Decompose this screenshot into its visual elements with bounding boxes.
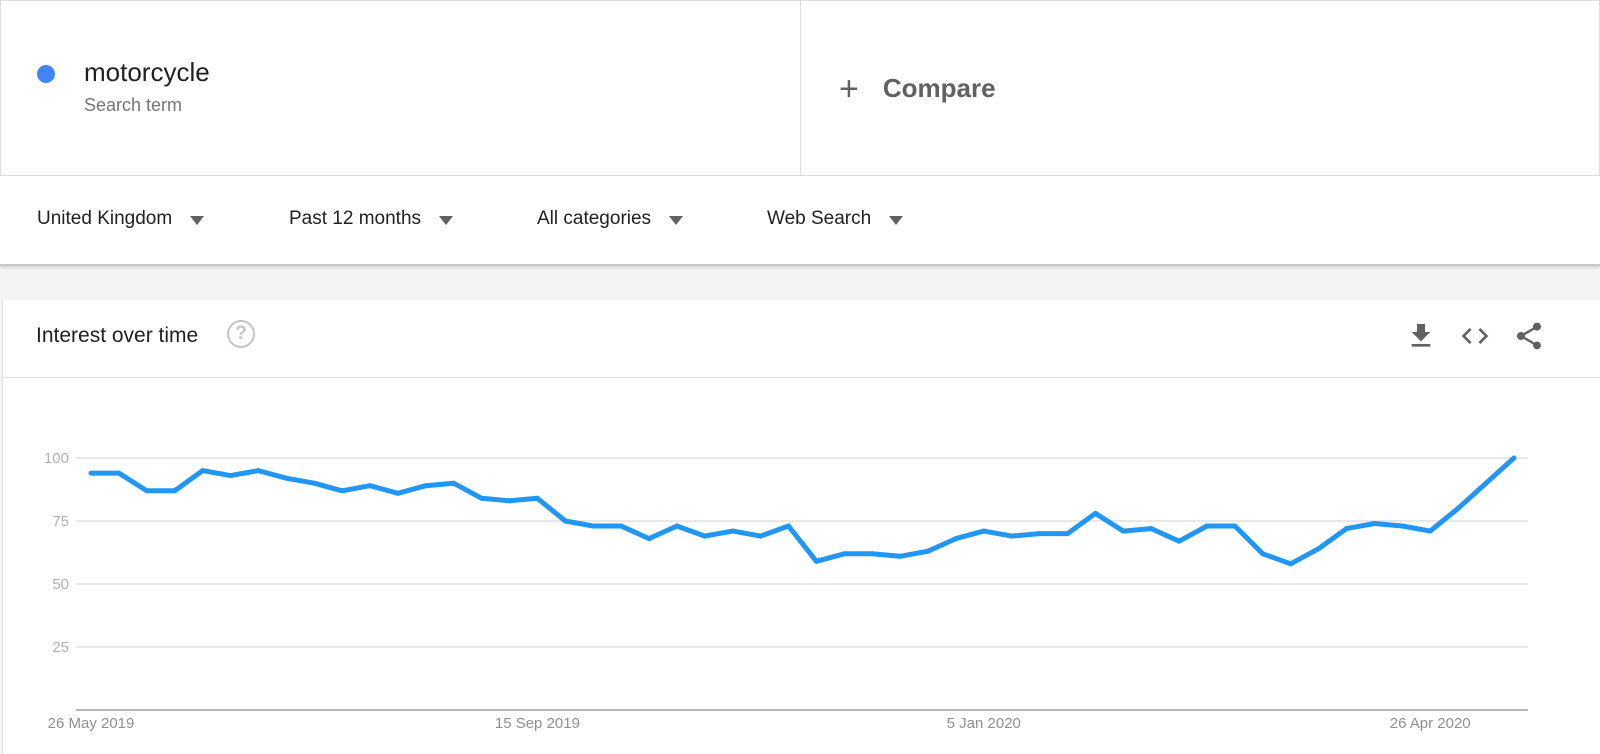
grid-layer: [76, 457, 1528, 711]
search-term-name[interactable]: motorcycle: [84, 57, 210, 88]
data-point[interactable]: [423, 483, 429, 489]
time-range-dropdown-label: Past 12 months: [289, 208, 422, 229]
x-tick-label: 26 Apr 2020: [1390, 715, 1471, 732]
data-point[interactable]: [255, 468, 261, 474]
data-point[interactable]: [1092, 510, 1098, 516]
series-color-dot: [37, 65, 55, 83]
search-term-box[interactable]: motorcycle Search term: [0, 0, 800, 176]
data-point[interactable]: [981, 528, 987, 534]
time-range-dropdown[interactable]: Past 12 months: [289, 208, 454, 230]
data-point[interactable]: [1260, 551, 1266, 557]
data-point[interactable]: [88, 470, 94, 476]
region-dropdown-label: United Kingdom: [37, 208, 173, 229]
data-point[interactable]: [1427, 528, 1433, 534]
series-layer: [88, 455, 1517, 567]
caret-down-icon: [439, 215, 454, 225]
x-tick-label: 26 May 2019: [48, 715, 135, 732]
data-point[interactable]: [646, 536, 652, 542]
data-point[interactable]: [507, 498, 512, 504]
y-tick-label: 100: [44, 450, 69, 467]
data-point[interactable]: [479, 495, 485, 501]
filter-bar: United Kingdom Past 12 months All catego…: [0, 176, 1600, 266]
data-point[interactable]: [702, 533, 708, 539]
data-point[interactable]: [1065, 531, 1070, 537]
terms-bar: motorcycle Search term + Compare: [0, 0, 1600, 176]
data-point[interactable]: [813, 558, 819, 564]
data-point[interactable]: [953, 536, 959, 542]
data-point[interactable]: [1288, 561, 1294, 567]
data-point[interactable]: [116, 470, 122, 476]
x-axis-ticks: 26 May 2019 15 Sep 2019 5 Jan 2020 26 Apr 2…: [48, 715, 1471, 732]
data-point[interactable]: [897, 553, 903, 559]
data-point[interactable]: [1009, 533, 1015, 539]
data-point[interactable]: [200, 468, 206, 474]
interest-over-time-card: Interest over time ? 25 50 75 100 26 May 20…: [2, 300, 1600, 754]
data-point[interactable]: [367, 483, 373, 489]
data-point[interactable]: [228, 473, 233, 479]
caret-down-icon: [190, 215, 205, 225]
interest-line-chart[interactable]: 25 50 75 100 26 May 2019 15 Sep 2019 5 Jan 20…: [3, 300, 1600, 754]
data-point[interactable]: [925, 548, 931, 554]
y-tick-label: 50: [52, 576, 69, 593]
data-point[interactable]: [395, 490, 401, 496]
x-tick-label: 5 Jan 2020: [947, 715, 1021, 732]
data-point[interactable]: [534, 495, 540, 501]
data-point[interactable]: [1176, 538, 1182, 544]
data-point[interactable]: [1120, 528, 1126, 534]
plus-icon: +: [839, 69, 859, 108]
data-point[interactable]: [562, 518, 568, 524]
caret-down-icon: [889, 215, 904, 225]
data-point[interactable]: [1344, 526, 1349, 532]
data-point[interactable]: [1232, 523, 1238, 529]
data-point[interactable]: [339, 488, 345, 494]
data-point[interactable]: [1204, 523, 1210, 529]
compare-label: Compare: [882, 73, 996, 103]
caret-down-icon: [669, 215, 684, 225]
data-point[interactable]: [1148, 526, 1154, 532]
data-point[interactable]: [283, 475, 289, 481]
compare-button[interactable]: + Compare: [839, 69, 996, 108]
data-point[interactable]: [730, 528, 736, 534]
data-point[interactable]: [674, 523, 680, 529]
data-point[interactable]: [1316, 546, 1322, 552]
compare-box[interactable]: + Compare: [800, 0, 1600, 176]
search-type-dropdown[interactable]: Web Search: [767, 208, 904, 230]
data-point[interactable]: [618, 523, 624, 529]
data-point[interactable]: [758, 533, 764, 539]
region-dropdown[interactable]: United Kingdom: [37, 208, 205, 230]
data-point[interactable]: [1037, 531, 1043, 537]
data-point[interactable]: [1371, 521, 1377, 527]
data-point[interactable]: [1483, 480, 1489, 486]
data-point[interactable]: [1455, 505, 1461, 511]
data-point[interactable]: [869, 551, 875, 557]
data-point[interactable]: [786, 523, 791, 529]
search-term-subtitle: Search term: [84, 95, 183, 115]
y-axis-ticks: 25 50 75 100: [44, 450, 69, 656]
y-tick-label: 75: [52, 513, 69, 530]
x-tick-label: 15 Sep 2019: [495, 715, 580, 732]
data-point[interactable]: [172, 488, 178, 494]
series-line-motorcycle[interactable]: [91, 456, 1516, 567]
data-point[interactable]: [451, 480, 457, 486]
data-point[interactable]: [144, 488, 150, 494]
category-dropdown[interactable]: All categories: [537, 208, 684, 230]
data-point[interactable]: [1399, 523, 1405, 529]
category-dropdown-label: All categories: [537, 208, 652, 229]
data-point[interactable]: [1511, 455, 1517, 461]
data-point[interactable]: [841, 551, 847, 557]
y-tick-label: 25: [52, 639, 69, 656]
search-type-dropdown-label: Web Search: [767, 208, 872, 229]
data-point[interactable]: [311, 480, 317, 486]
data-point[interactable]: [590, 523, 596, 529]
